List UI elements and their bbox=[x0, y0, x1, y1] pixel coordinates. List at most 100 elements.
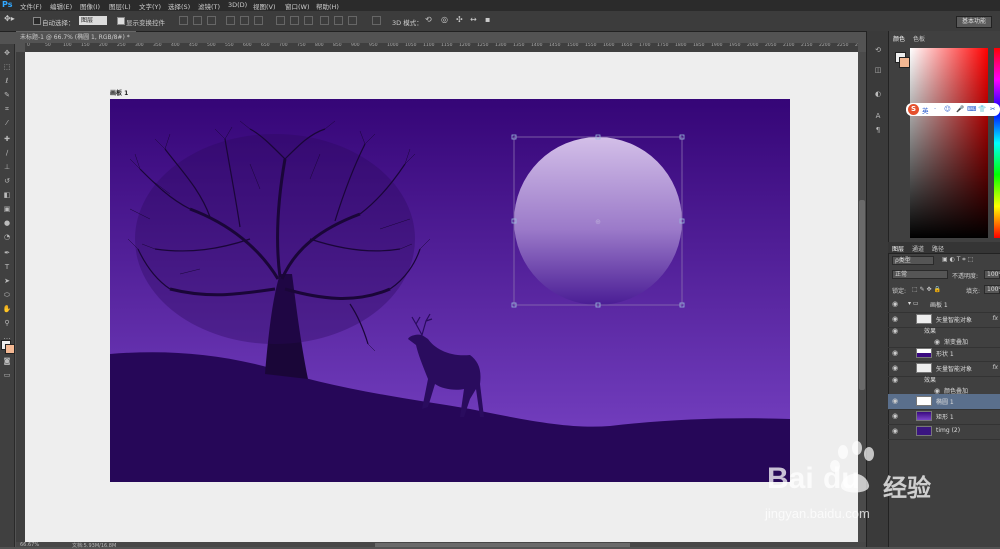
distribute-vcenter-icon[interactable] bbox=[290, 16, 299, 25]
background-color-swatch[interactable] bbox=[5, 344, 15, 354]
eraser-tool-icon[interactable]: ◧ bbox=[2, 190, 12, 200]
fx-icon[interactable]: fx bbox=[992, 315, 998, 322]
color-picker-field[interactable] bbox=[910, 48, 988, 238]
menu-filter[interactable]: 滤镜(T) bbox=[198, 1, 220, 11]
show-transform-checkbox[interactable] bbox=[117, 17, 125, 25]
menu-file[interactable]: 文件(F) bbox=[20, 1, 42, 11]
paragraph-panel-icon[interactable]: ¶ bbox=[873, 125, 883, 135]
menu-help[interactable]: 帮助(H) bbox=[316, 1, 339, 11]
distribute-left-icon[interactable] bbox=[320, 16, 329, 25]
gradient-tool-icon[interactable]: ▣ bbox=[2, 204, 12, 214]
align-hcenter-icon[interactable] bbox=[240, 16, 249, 25]
move-tool-icon[interactable]: ✥▸ bbox=[4, 14, 15, 23]
ime-keyboard-icon[interactable]: ⌨ bbox=[967, 105, 976, 113]
menu-edit[interactable]: 编辑(E) bbox=[50, 1, 72, 11]
eye-icon[interactable]: ◉ bbox=[892, 364, 898, 372]
layer-row[interactable]: ◉ ▾ ▭ 画板 1 bbox=[888, 297, 1000, 313]
eye-icon[interactable]: ◉ bbox=[892, 412, 898, 420]
marquee-tool-icon[interactable]: ⬚ bbox=[2, 62, 12, 72]
3d-roll-icon[interactable]: ◎ bbox=[441, 15, 448, 24]
document-tab[interactable]: 未标题-1 @ 66.7% (椭圆 1, RGB/8#) * bbox=[16, 31, 136, 43]
tab-channels[interactable]: 通道 bbox=[912, 244, 924, 253]
adjustments-panel-icon[interactable]: ◐ bbox=[873, 89, 883, 99]
auto-select-dropdown[interactable]: 图层 bbox=[79, 16, 107, 25]
blend-mode-dropdown[interactable]: 正常 bbox=[892, 270, 948, 279]
eye-icon[interactable]: ◉ bbox=[892, 315, 898, 323]
ime-lang-label[interactable]: 英 bbox=[922, 105, 929, 115]
layer-row[interactable]: ◉ 矩形 1 bbox=[888, 409, 1000, 425]
eye-icon[interactable]: ◉ bbox=[892, 376, 898, 384]
horizontal-scroll-thumb[interactable] bbox=[375, 543, 630, 547]
layer-filter-icons[interactable]: ▣ ◐ T ⌗ ⬚ bbox=[942, 256, 973, 264]
lock-icons[interactable]: ⬚ ✎ ✥ 🔒 bbox=[912, 286, 941, 293]
quick-select-tool-icon[interactable]: ✎ bbox=[2, 90, 12, 100]
brush-tool-icon[interactable]: ∕ bbox=[2, 148, 12, 158]
screen-mode-icon[interactable]: ▭ bbox=[2, 370, 12, 380]
healing-tool-icon[interactable]: ✚ bbox=[2, 134, 12, 144]
blur-tool-icon[interactable]: ● bbox=[2, 218, 12, 228]
distribute-top-icon[interactable] bbox=[276, 16, 285, 25]
3d-rotate-icon[interactable]: ⟲ bbox=[425, 15, 432, 24]
layer-row[interactable]: ◉ 形状 1 bbox=[888, 346, 1000, 362]
auto-align-icon[interactable] bbox=[372, 16, 381, 25]
tab-paths[interactable]: 路径 bbox=[932, 244, 944, 253]
artboard[interactable]: ⊕ bbox=[110, 99, 790, 482]
group-chevron-icon[interactable]: ▾ ▭ bbox=[908, 300, 919, 307]
eye-icon[interactable]: ◉ bbox=[892, 397, 898, 405]
ellipse-tool-icon[interactable]: ⬭ bbox=[2, 290, 12, 300]
zoom-tool-icon[interactable]: ⚲ bbox=[2, 318, 12, 328]
eye-icon[interactable]: ◉ bbox=[892, 427, 898, 435]
path-select-tool-icon[interactable]: ➤ bbox=[2, 276, 12, 286]
menu-window[interactable]: 窗口(W) bbox=[285, 1, 310, 11]
history-brush-icon[interactable]: ↺ bbox=[2, 176, 12, 186]
align-right-icon[interactable] bbox=[254, 16, 263, 25]
tab-layers[interactable]: 图层 bbox=[892, 244, 904, 253]
tab-color[interactable]: 颜色 bbox=[893, 34, 905, 43]
align-vcenter-icon[interactable] bbox=[193, 16, 202, 25]
properties-panel-icon[interactable]: ◫ bbox=[873, 65, 883, 75]
quick-mask-icon[interactable]: ◙ bbox=[2, 356, 12, 366]
fx-icon[interactable]: fx bbox=[992, 364, 998, 371]
artboard-label[interactable]: 画板 1 bbox=[110, 88, 128, 97]
distribute-hcenter-icon[interactable] bbox=[334, 16, 343, 25]
move-tool-icon[interactable]: ✥ bbox=[2, 48, 12, 58]
3d-slide-icon[interactable]: ↔ bbox=[470, 15, 477, 24]
hue-slider[interactable] bbox=[994, 48, 1000, 238]
dodge-tool-icon[interactable]: ◔ bbox=[2, 232, 12, 242]
eye-icon[interactable]: ◉ bbox=[892, 349, 898, 357]
ime-skin-icon[interactable]: 👕 bbox=[978, 105, 986, 113]
eye-icon[interactable]: ◉ bbox=[934, 338, 940, 346]
crop-tool-icon[interactable]: ⌗ bbox=[2, 104, 12, 114]
vertical-scroll-thumb[interactable] bbox=[859, 200, 865, 390]
zoom-level[interactable]: 66.67% bbox=[20, 542, 39, 548]
panel-background-swatch[interactable] bbox=[899, 57, 910, 68]
layer-row[interactable]: ◉ timg (2) bbox=[888, 424, 1000, 440]
menu-image[interactable]: 图像(I) bbox=[80, 1, 100, 11]
auto-select-checkbox[interactable] bbox=[33, 17, 41, 25]
align-left-icon[interactable] bbox=[226, 16, 235, 25]
lasso-tool-icon[interactable]: ℓ bbox=[2, 76, 12, 86]
3d-drag-icon[interactable]: ✣ bbox=[456, 15, 463, 24]
ime-tools-icon[interactable]: ✂ bbox=[990, 105, 995, 113]
character-panel-icon[interactable]: A bbox=[873, 111, 883, 121]
history-panel-icon[interactable]: ⟲ bbox=[873, 45, 883, 55]
eye-icon[interactable]: ◉ bbox=[892, 327, 898, 335]
distribute-bottom-icon[interactable] bbox=[304, 16, 313, 25]
fill-input[interactable]: 100% bbox=[984, 285, 1000, 294]
hand-tool-icon[interactable]: ✋ bbox=[2, 304, 12, 314]
eye-icon[interactable]: ◉ bbox=[892, 300, 898, 308]
ime-emoji-icon[interactable]: ☺ bbox=[944, 105, 951, 113]
stamp-tool-icon[interactable]: ⊥ bbox=[2, 162, 12, 172]
menu-layer[interactable]: 图层(L) bbox=[109, 1, 131, 11]
ime-mic-icon[interactable]: 🎤 bbox=[956, 105, 964, 113]
menu-type[interactable]: 文字(Y) bbox=[139, 1, 161, 11]
ime-toolbar[interactable]: S 英 · ☺ 🎤 ⌨ 👕 ✂ bbox=[906, 103, 1000, 116]
menu-select[interactable]: 选择(S) bbox=[168, 1, 190, 11]
menu-3d[interactable]: 3D(D) bbox=[228, 1, 247, 9]
3d-scale-icon[interactable]: ▪ bbox=[485, 15, 490, 24]
layer-row-selected[interactable]: ◉ 椭圆 1 bbox=[888, 394, 1000, 410]
align-bottom-icon[interactable] bbox=[207, 16, 216, 25]
align-top-icon[interactable] bbox=[179, 16, 188, 25]
menu-view[interactable]: 视图(V) bbox=[253, 1, 276, 11]
tab-swatches[interactable]: 色板 bbox=[913, 34, 925, 43]
